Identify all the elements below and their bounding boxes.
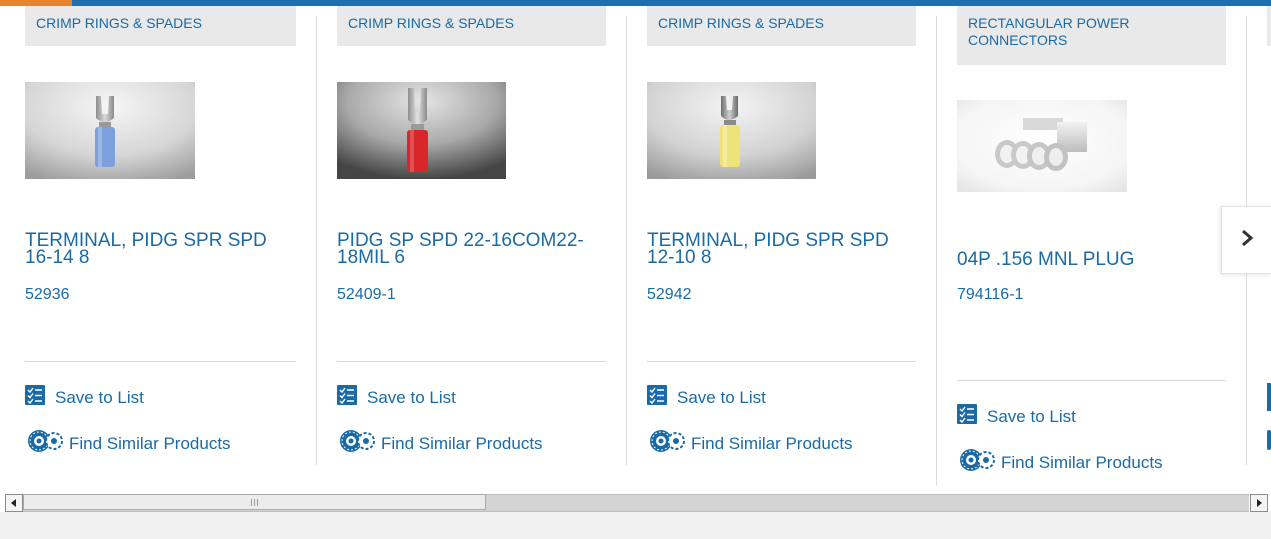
product-image[interactable]: [647, 82, 816, 184]
checklist-icon: [957, 404, 977, 429]
save-to-list-button[interactable]: Save to List: [337, 385, 456, 410]
find-similar-products-button[interactable]: Find Similar Products: [647, 428, 853, 459]
find-similar-products-button[interactable]: Find Similar Products: [337, 428, 543, 459]
card-divider: [936, 16, 937, 486]
find-similar-label: Find Similar Products: [69, 433, 231, 453]
product-title[interactable]: PIDG SP SPD 22-16COM22-18MIL 6: [337, 231, 606, 267]
part-number[interactable]: 52409-1: [337, 286, 396, 304]
product-carousel: CRIMP RINGS & SPADES TERMINAL, PIDG SPR …: [0, 6, 1271, 488]
checklist-icon: [337, 385, 357, 410]
save-to-list-label: Save to List: [677, 387, 766, 407]
find-similar-label: Find Similar Products: [381, 433, 543, 453]
scroll-right-button[interactable]: [1250, 494, 1268, 512]
connector-plug-image: [957, 100, 1127, 192]
card-divider: [316, 16, 317, 465]
save-to-list-label: Save to List: [367, 387, 456, 407]
part-number[interactable]: 52942: [647, 286, 692, 304]
save-to-list-button[interactable]: Save to List: [647, 385, 766, 410]
arrow-right-icon: [1255, 494, 1263, 512]
category-label[interactable]: CRIMP RINGS & SPADES: [25, 6, 296, 46]
product-card: CRIMP RINGS & SPADES TERMINAL, PIDG SPR …: [647, 6, 916, 488]
category-label[interactable]: RECTANGULAR POWER CONNECTORS: [957, 6, 1226, 65]
find-similar-products-button[interactable]: Find Similar Products: [957, 447, 1163, 478]
scrollbar-thumb[interactable]: [23, 494, 486, 510]
category-label[interactable]: CRIMP RINGS & SPADES: [337, 6, 606, 46]
gears-icon: [337, 428, 377, 459]
save-to-list-label: Save to List: [987, 406, 1076, 426]
product-title[interactable]: TERMINAL, PIDG SPR SPD 12-10 8: [647, 231, 916, 267]
part-number[interactable]: 794116-1: [957, 286, 1023, 304]
product-title[interactable]: 04P .156 MNL PLUG: [957, 250, 1226, 269]
product-image[interactable]: [957, 100, 1127, 197]
gears-icon[interactable]: [1267, 430, 1271, 450]
card-divider: [626, 16, 627, 465]
product-card: RECTANGULAR POWER CONNECTORS 04P .156 MN…: [957, 6, 1226, 488]
product-title[interactable]: TERMINAL, PIDG SPR SPD 16-14 8: [25, 231, 296, 267]
spade-terminal-image: [647, 82, 816, 179]
find-similar-label: Find Similar Products: [1001, 452, 1163, 472]
carousel-next-button[interactable]: [1221, 206, 1271, 274]
spade-terminal-image: [25, 82, 195, 179]
product-card: CRIMP RINGS & SPADES PIDG SP SPD 22-16CO…: [337, 6, 606, 488]
find-similar-label: Find Similar Products: [691, 433, 853, 453]
product-card: CRIMP RINGS & SPADES TERMINAL, PIDG SPR …: [25, 6, 296, 488]
scrollbar-grip: [251, 498, 258, 506]
save-to-list-button[interactable]: Save to List: [25, 385, 144, 410]
gears-icon: [957, 447, 997, 478]
chevron-right-icon: [1240, 229, 1254, 252]
product-image[interactable]: [337, 82, 506, 184]
category-label-partial: [1267, 6, 1271, 46]
spade-terminal-image: [337, 82, 506, 179]
card-separator: [25, 361, 296, 362]
category-label[interactable]: CRIMP RINGS & SPADES: [647, 6, 916, 46]
checklist-icon: [25, 385, 45, 410]
product-image[interactable]: [25, 82, 195, 184]
save-to-list-button[interactable]: Save to List: [957, 404, 1076, 429]
save-to-list-label: Save to List: [55, 387, 144, 407]
card-separator: [337, 361, 606, 362]
card-separator: [957, 380, 1226, 381]
footer-band: [0, 512, 1271, 539]
card-separator: [647, 361, 916, 362]
scroll-left-button[interactable]: [5, 494, 23, 512]
part-number[interactable]: 52936: [25, 286, 70, 304]
find-similar-products-button[interactable]: Find Similar Products: [25, 428, 231, 459]
arrow-left-icon: [10, 494, 18, 512]
checklist-icon[interactable]: [1267, 383, 1271, 411]
gears-icon: [25, 428, 65, 459]
horizontal-scrollbar[interactable]: [0, 494, 1271, 512]
checklist-icon: [647, 385, 667, 410]
gears-icon: [647, 428, 687, 459]
